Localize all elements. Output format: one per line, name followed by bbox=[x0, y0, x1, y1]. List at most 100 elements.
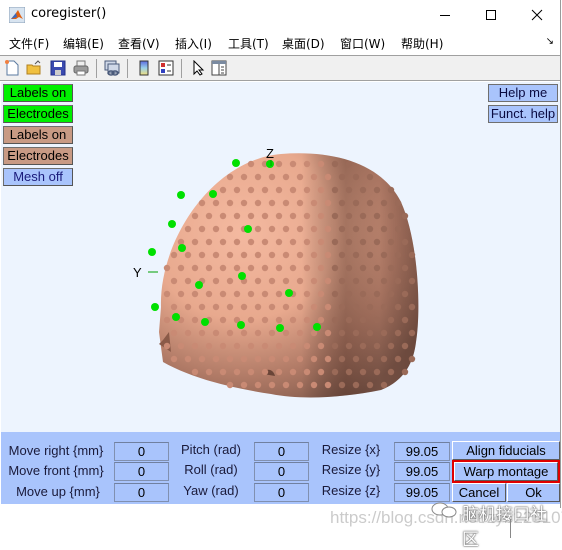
mesh-vertex bbox=[254, 199, 262, 207]
align-fiducials-button[interactable]: Align fiducials bbox=[452, 441, 560, 460]
menu-edit[interactable]: 编辑(E) bbox=[63, 35, 104, 52]
roll-field[interactable]: 0 bbox=[254, 462, 309, 481]
mesh-vertex bbox=[394, 199, 402, 207]
yaw-field[interactable]: 0 bbox=[254, 483, 309, 502]
mesh-vertex bbox=[226, 199, 234, 207]
mesh-vertex bbox=[366, 199, 374, 207]
electrodes-skin-button[interactable]: Electrodes bbox=[3, 147, 73, 165]
mesh-vertex bbox=[219, 316, 227, 324]
mesh-vertex bbox=[401, 342, 409, 350]
mesh-vertex bbox=[394, 251, 402, 259]
funct-help-button[interactable]: Funct. help bbox=[488, 105, 558, 123]
menu-desktop[interactable]: 桌面(D) bbox=[282, 35, 325, 52]
mesh-vertex bbox=[268, 199, 276, 207]
labels-on-skin-button[interactable]: Labels on bbox=[3, 126, 73, 144]
electrodes-green-button[interactable]: Electrodes bbox=[3, 105, 73, 123]
mesh-vertex bbox=[331, 290, 339, 298]
resize-y-label: Resize {y} bbox=[321, 462, 381, 477]
mesh-vertex bbox=[387, 290, 395, 298]
mesh-vertex bbox=[226, 277, 234, 285]
print-icon[interactable] bbox=[73, 60, 89, 76]
resize-z-field[interactable]: 99.05 bbox=[394, 483, 450, 502]
plot-axes[interactable]: Z Y Labels on Electrodes Labels on Elect… bbox=[1, 82, 560, 439]
mesh-vertex bbox=[205, 342, 213, 350]
mesh-vertex bbox=[261, 368, 269, 376]
mesh-vertex bbox=[247, 264, 255, 272]
mesh-vertex bbox=[380, 303, 388, 311]
mesh-vertex bbox=[366, 381, 374, 389]
menu-file[interactable]: 文件(F) bbox=[9, 35, 49, 52]
mesh-vertex bbox=[275, 264, 283, 272]
move-up-field[interactable]: 0 bbox=[114, 483, 169, 502]
mesh-vertex bbox=[170, 277, 178, 285]
mesh-vertex bbox=[289, 368, 297, 376]
maximize-button[interactable] bbox=[468, 0, 514, 30]
mesh-vertex bbox=[296, 355, 304, 363]
mesh-vertex bbox=[408, 355, 416, 363]
help-me-button[interactable]: Help me bbox=[488, 84, 558, 102]
pointer-icon[interactable] bbox=[191, 60, 207, 76]
mesh-vertex bbox=[254, 303, 262, 311]
warp-montage-button[interactable]: Warp montage bbox=[452, 460, 560, 483]
mesh-vertex bbox=[324, 199, 332, 207]
menu-help[interactable]: 帮助(H) bbox=[401, 35, 443, 52]
menu-overflow-icon[interactable]: ↘ bbox=[546, 36, 554, 47]
toolbar-separator bbox=[96, 59, 97, 78]
save-icon[interactable] bbox=[50, 60, 66, 76]
mesh-vertex bbox=[184, 225, 192, 233]
mesh-vertex bbox=[352, 199, 360, 207]
maximize-icon bbox=[486, 10, 496, 20]
mesh-vertex bbox=[345, 290, 353, 298]
mesh-vertex bbox=[247, 368, 255, 376]
mesh-vertex bbox=[296, 199, 304, 207]
labels-on-green-button[interactable]: Labels on bbox=[3, 84, 73, 102]
move-front-field[interactable]: 0 bbox=[114, 462, 169, 481]
mesh-vertex bbox=[366, 355, 374, 363]
mesh-vertex bbox=[394, 355, 402, 363]
mesh-vertex bbox=[191, 316, 199, 324]
mesh-vertex bbox=[240, 251, 248, 259]
mesh-vertex bbox=[359, 342, 367, 350]
mesh-vertex bbox=[296, 251, 304, 259]
new-figure-icon[interactable] bbox=[4, 60, 20, 76]
mesh-vertex bbox=[282, 251, 290, 259]
mesh-vertex bbox=[226, 329, 234, 337]
menu-window[interactable]: 窗口(W) bbox=[340, 35, 385, 52]
mesh-vertex bbox=[275, 368, 283, 376]
minimize-icon bbox=[440, 15, 450, 16]
pitch-field[interactable]: 0 bbox=[254, 442, 309, 461]
link-plot-icon[interactable] bbox=[104, 60, 120, 76]
move-right-field[interactable]: 0 bbox=[114, 442, 169, 461]
menu-tools[interactable]: 工具(T) bbox=[228, 35, 269, 52]
electrode-marker bbox=[178, 244, 186, 252]
property-editor-icon[interactable] bbox=[211, 60, 227, 76]
menu-view[interactable]: 查看(V) bbox=[118, 35, 160, 52]
mesh-vertex bbox=[198, 355, 206, 363]
mesh-vertex bbox=[408, 277, 416, 285]
colorbar-icon[interactable] bbox=[136, 60, 152, 76]
mesh-vertex bbox=[366, 303, 374, 311]
mesh-vertex bbox=[303, 368, 311, 376]
legend-icon[interactable] bbox=[158, 60, 174, 76]
mesh-vertex bbox=[408, 329, 416, 337]
mesh-vertex bbox=[177, 290, 185, 298]
electrode-marker bbox=[177, 191, 185, 199]
mesh-vertex bbox=[219, 290, 227, 298]
mesh-vertex bbox=[401, 290, 409, 298]
resize-y-field[interactable]: 99.05 bbox=[394, 462, 450, 481]
mesh-vertex bbox=[310, 251, 318, 259]
mesh-vertex bbox=[324, 303, 332, 311]
mesh-vertex bbox=[296, 303, 304, 311]
mesh-off-button[interactable]: Mesh off bbox=[3, 168, 73, 186]
mesh-vertex bbox=[331, 212, 339, 220]
head-model-canvas[interactable]: Z Y bbox=[1, 82, 560, 439]
mesh-vertex bbox=[352, 277, 360, 285]
mesh-vertex bbox=[240, 381, 248, 389]
resize-x-field[interactable]: 99.05 bbox=[394, 442, 450, 461]
minimize-button[interactable] bbox=[422, 0, 468, 30]
mesh-vertex bbox=[219, 342, 227, 350]
menu-insert[interactable]: 插入(I) bbox=[175, 35, 212, 52]
close-button[interactable] bbox=[514, 0, 560, 30]
mesh-vertex bbox=[338, 329, 346, 337]
open-file-icon[interactable] bbox=[26, 60, 42, 76]
